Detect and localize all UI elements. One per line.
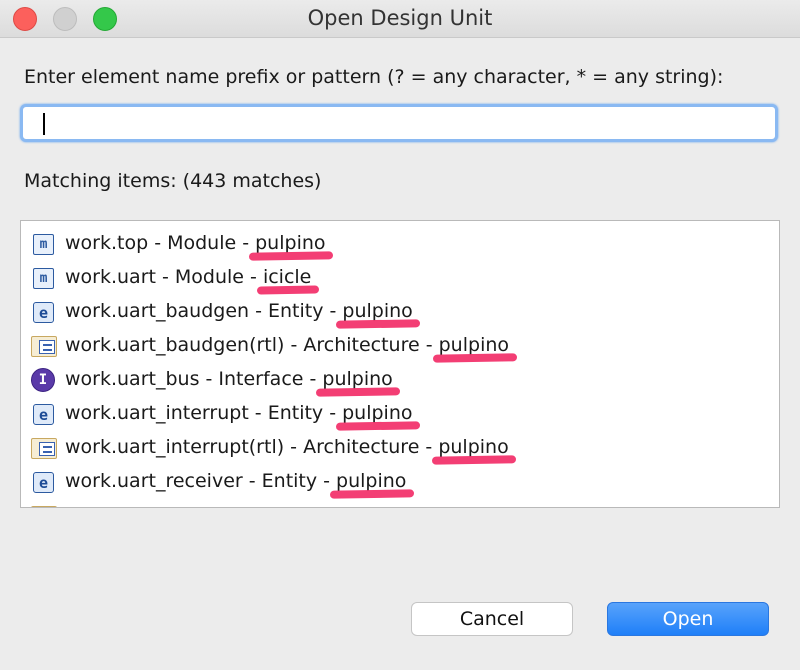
open-button[interactable]: Open: [607, 602, 769, 636]
list-item[interactable]: e work.uart_interrupt - Entity - pulpino: [21, 397, 779, 431]
highlight-underline: [432, 353, 518, 363]
module-icon: m: [33, 234, 54, 255]
item-name: work.uart_baudgen - Entity -: [65, 300, 343, 322]
highlight-underline: [249, 251, 334, 261]
item-name: work.uart_baudgen(rtl) - Architecture -: [65, 334, 439, 356]
item-name: work.uart_interrupt(rtl) - Architecture …: [65, 436, 439, 458]
search-input[interactable]: [20, 104, 778, 142]
architecture-icon: [31, 336, 57, 357]
item-name: work.uart - Module -: [65, 266, 263, 288]
item-library: pulpino: [432, 334, 518, 363]
architecture-icon: [31, 438, 57, 459]
item-name: work.top - Module -: [65, 232, 256, 254]
module-icon: m: [33, 268, 54, 289]
text-caret: [43, 113, 45, 135]
item-library: pulpino: [432, 436, 517, 465]
highlight-underline: [316, 387, 401, 397]
item-library: pulpino: [336, 402, 421, 431]
item-name: work.uart_interrupt - Entity -: [65, 402, 343, 424]
architecture-icon: [31, 506, 57, 507]
highlight-underline: [329, 489, 415, 499]
item-library: pulpino: [316, 368, 401, 397]
item-library: pulpino: [329, 470, 415, 499]
list-item[interactable]: work.uart_baudgen(rtl) - Architecture - …: [21, 329, 779, 363]
list-item[interactable]: e work.uart_baudgen - Entity - pulpino: [21, 295, 779, 329]
entity-icon: e: [33, 404, 54, 425]
list-item[interactable]: [21, 499, 779, 507]
title-bar: Open Design Unit: [0, 0, 800, 38]
list-item[interactable]: e work.uart_receiver - Entity - pulpino: [21, 465, 779, 499]
item-library: icicle: [256, 266, 320, 295]
results-list[interactable]: m work.top - Module - pulpino m work.uar…: [20, 220, 780, 508]
highlight-underline: [336, 319, 421, 329]
list-item[interactable]: work.uart_interrupt(rtl) - Architecture …: [21, 431, 779, 465]
list-item[interactable]: I work.uart_bus - Interface - pulpino: [21, 363, 779, 397]
entity-icon: e: [33, 302, 54, 323]
item-library: pulpino: [336, 300, 421, 329]
entity-icon: e: [33, 472, 54, 493]
item-name: work.uart_bus - Interface -: [65, 368, 323, 390]
cancel-button[interactable]: Cancel: [411, 602, 573, 636]
highlight-underline: [256, 285, 320, 295]
list-item[interactable]: m work.uart - Module - icicle: [21, 261, 779, 295]
item-library: pulpino: [249, 232, 334, 261]
list-item[interactable]: m work.top - Module - pulpino: [21, 227, 779, 261]
highlight-underline: [432, 455, 517, 465]
highlight-underline: [336, 421, 421, 431]
item-name: work.uart_receiver - Entity -: [65, 470, 337, 492]
search-prompt: Enter element name prefix or pattern (? …: [24, 66, 724, 88]
interface-icon: I: [31, 368, 55, 392]
matching-count-label: Matching items: (443 matches): [24, 170, 322, 192]
window-title: Open Design Unit: [307, 6, 493, 30]
